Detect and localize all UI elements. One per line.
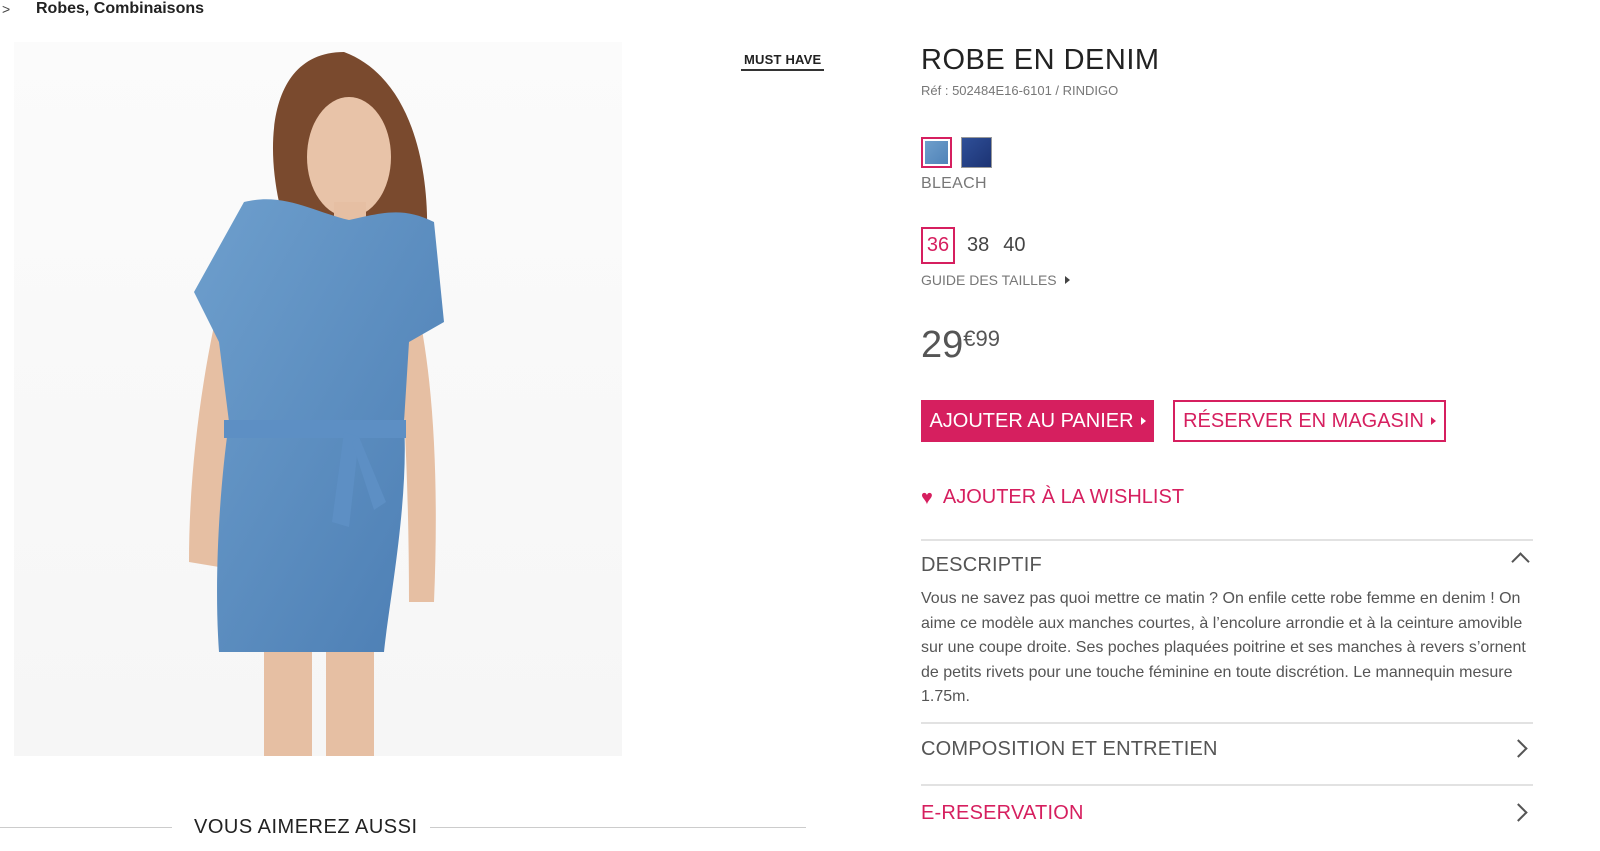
product-reference: Réf : 502484E16-6101 / RINDIGO — [921, 83, 1119, 98]
swatch-fill — [962, 138, 991, 167]
chevron-up-icon[interactable] — [1511, 552, 1530, 571]
breadcrumb-separator: > — [2, 1, 11, 17]
product-image[interactable] — [14, 42, 622, 756]
action-buttons: AJOUTER AU PANIER RÉSERVER EN MAGASIN — [921, 400, 1446, 442]
add-to-cart-button[interactable]: AJOUTER AU PANIER — [921, 400, 1154, 442]
reserve-in-store-label: RÉSERVER EN MAGASIN — [1183, 409, 1424, 432]
section-composition-header: COMPOSITION ET ENTRETIEN — [921, 738, 1218, 760]
color-swatch-dark[interactable] — [961, 137, 992, 168]
selected-color-label: BLEACH — [921, 175, 987, 192]
color-swatches — [921, 137, 992, 168]
wishlist-label: AJOUTER À LA WISHLIST — [942, 486, 1185, 508]
recommendations-title: VOUS AIMEREZ AUSSI — [194, 816, 418, 838]
size-option-36[interactable]: 36 — [921, 227, 955, 264]
product-title: ROBE EN DENIM — [921, 44, 1160, 76]
size-option-40[interactable]: 40 — [1003, 234, 1025, 257]
price-decimal: €99 — [963, 326, 1000, 351]
breadcrumb: > Robes, Combinaisons — [0, 0, 204, 20]
section-composition[interactable]: COMPOSITION ET ENTRETIEN — [921, 722, 1533, 784]
color-swatch-bleach[interactable] — [921, 137, 952, 168]
size-selector: 36 38 40 — [921, 227, 1040, 264]
reserve-in-store-button[interactable]: RÉSERVER EN MAGASIN — [1173, 400, 1446, 442]
swatch-fill — [925, 141, 948, 164]
add-to-wishlist-link[interactable]: ♥ AJOUTER À LA WISHLIST — [921, 486, 1184, 509]
must-have-badge: MUST HAVE — [741, 52, 825, 71]
chevron-right-icon — [1509, 803, 1528, 822]
product-info: ROBE EN DENIM Réf : 502484E16-6101 / RIN… — [921, 44, 1533, 824]
size-guide-label: GUIDE DES TAILLES — [921, 272, 1057, 288]
section-ereservation-header: E-RESERVATION — [921, 802, 1084, 824]
divider — [0, 827, 172, 828]
price-integer: 29 — [921, 324, 964, 366]
section-descriptif-header[interactable]: DESCRIPTIF — [921, 554, 1042, 577]
section-descriptif: DESCRIPTIF Vous ne savez pas quoi mettre… — [921, 539, 1533, 724]
section-ereservation[interactable]: E-RESERVATION — [921, 784, 1533, 851]
denim-dress-photo — [189, 52, 444, 756]
product-price: 29 €99 — [921, 325, 1000, 365]
size-option-38[interactable]: 38 — [967, 234, 989, 257]
recommendations-heading: VOUS AIMEREZ AUSSI — [0, 814, 808, 844]
caret-right-icon — [1140, 417, 1146, 425]
add-to-cart-label: AJOUTER AU PANIER — [929, 409, 1134, 432]
size-guide-link[interactable]: GUIDE DES TAILLES — [921, 272, 1070, 288]
caret-right-icon — [1064, 276, 1070, 284]
divider — [430, 827, 806, 828]
chevron-right-icon — [1509, 739, 1528, 758]
description-text: Vous ne savez pas quoi mettre ce matin ?… — [921, 590, 1526, 705]
breadcrumb-current[interactable]: Robes, Combinaisons — [36, 0, 204, 18]
heart-icon: ♥ — [921, 486, 933, 509]
caret-right-icon — [1430, 417, 1436, 425]
